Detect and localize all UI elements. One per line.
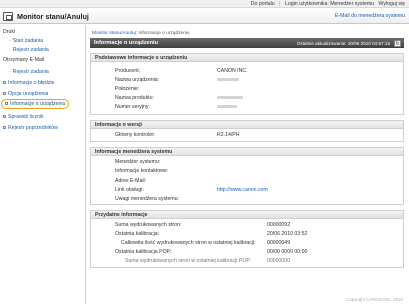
page-title-bar: Informacje o urządzeniu Ostatnie aktuali… <box>90 38 404 48</box>
email-address-label: Adres E-Mail: <box>115 178 147 184</box>
last-calibration-label: Ostatnia kalibracja: <box>115 231 160 237</box>
basic-info-section: Podstawowe informacje o urządzeniu Produ… <box>90 53 404 115</box>
redacted-value <box>217 96 243 99</box>
device-name-label: Nazwa urządzenia: <box>115 77 160 83</box>
app-title: Monitor stanu/Anuluj <box>17 12 89 21</box>
square-bullet-icon <box>5 102 8 106</box>
sidebar-item-job-log[interactable]: - Rejestr zadania <box>9 47 49 53</box>
last-calibration-value: 20/06 2010 03:52 <box>267 231 308 237</box>
sidebar-item-check-counter[interactable]: Sprawdź licznik <box>3 114 44 120</box>
sub-arrow-icon: - <box>9 47 11 53</box>
logout-link[interactable]: Wyloguj się <box>379 1 405 7</box>
contact-info-label: Informacje kontaktowe: <box>115 168 169 174</box>
manager-notes-label: Uwagi menedżera systemu: <box>115 196 180 202</box>
square-bullet-icon <box>3 81 6 85</box>
square-bullet-icon <box>3 92 6 96</box>
refresh-icon[interactable]: ↻ <box>394 39 401 47</box>
manufacturer-label: Producent: <box>115 68 141 74</box>
last-updated: Ostatnie aktualizowanie: 20/06 2010 04:5… <box>296 40 390 46</box>
sidebar-item-device-options[interactable]: Opcje urządzenia <box>3 91 48 97</box>
product-name-label: Nazwa produktu: <box>115 95 154 101</box>
sidebar-item-consumables-log[interactable]: Rejestr poprzedników <box>3 125 58 131</box>
sidebar-item-job-status[interactable]: - Stan zadania <box>9 38 43 44</box>
sub-arrow-icon: - <box>9 69 11 75</box>
app-header: Monitor stanu/Anuluj E-Mail do menedżera… <box>0 9 409 24</box>
monitor-icon <box>3 12 13 21</box>
section-heading: Informacje o wersji <box>91 121 403 129</box>
pop-pages-label: Suma wydrukowanych stron w ostatniej kal… <box>125 258 252 264</box>
sidebar: Druki - Stan zadania - Rejestr zadania Otr… <box>0 25 86 304</box>
total-pages-value: 00000092 <box>267 222 291 228</box>
page-title: Informacje o urządzeniu <box>94 40 159 46</box>
copyright: Copyright CANON INC. 2010 <box>346 297 403 302</box>
portal-link[interactable]: Do portalu <box>251 1 275 7</box>
admin-email-link[interactable]: E-Mail do menedżera systemu <box>335 13 405 19</box>
last-pop-calibration-label: Ostatnia kalibracja POP: <box>115 249 172 255</box>
pop-pages-value: 00000000 <box>267 258 291 264</box>
breadcrumb: Monitor stanu/Anuluj: Informacje o urząd… <box>92 31 190 36</box>
total-pages-label: Suma wydrukowanych stron: <box>115 222 182 228</box>
sidebar-item-email-job-log[interactable]: - Rejestr zadania <box>9 69 49 75</box>
separator: | <box>279 1 281 7</box>
main-controller-label: Główny kontroler: <box>115 132 156 138</box>
sub-arrow-icon: - <box>9 38 11 44</box>
top-bar: Do portalu | Login użytkownika: Menedżer… <box>0 0 409 8</box>
last-pop-calibration-value: 00/00 0000 00:00 <box>267 249 308 255</box>
sidebar-item-device-info[interactable]: Informacje o urządzeniu <box>1 99 70 109</box>
sidebar-item-error-info[interactable]: Informacje o błędzie <box>3 80 54 86</box>
section-heading: Przydatne informacje <box>91 211 403 219</box>
redacted-value <box>217 78 239 81</box>
system-manager-label: Menedżer systemu: <box>115 159 161 165</box>
admin-info-section: Informacje menedżera systemu Menedżer sy… <box>90 147 404 205</box>
sidebar-group-received-email: Otrzymany E-Mail <box>3 57 45 63</box>
section-heading: Podstawowe informacje o urządzeniu <box>91 54 403 62</box>
login-user-text: Login użytkownika: Menedżer systemu <box>284 1 375 7</box>
serial-number-label: Numer seryjny: <box>115 104 150 110</box>
redacted-value <box>217 105 237 108</box>
breadcrumb-current: : Informacje o urządzeniu <box>135 31 190 36</box>
square-bullet-icon <box>3 115 6 119</box>
pages-since-calibration-label: Całkowita ilość wydrukowanych stron w os… <box>121 240 256 246</box>
manufacturer-value: CANON INC. <box>217 68 248 74</box>
pages-since-calibration-value: 00000049 <box>267 240 291 246</box>
location-label: Położenie: <box>115 86 140 92</box>
breadcrumb-link[interactable]: Monitor stanu/Anuluj <box>92 31 136 36</box>
useful-info-section: Przydatne informacje Suma wydrukowanych … <box>90 210 404 268</box>
section-heading: Informacje menedżera systemu <box>91 148 403 156</box>
sidebar-group-prints: Druki <box>3 29 16 35</box>
support-link[interactable]: http://www.canon.com <box>217 187 268 193</box>
main-content: Monitor stanu/Anuluj: Informacje o urząd… <box>90 25 406 300</box>
top-links: Do portalu | Login użytkownika: Menedżer… <box>248 1 405 7</box>
version-info-section: Informacje o wersji Główny kontroler: R2… <box>90 120 404 142</box>
main-controller-value: R2.14/PH <box>217 132 240 138</box>
support-link-label: Link obsługi: <box>115 187 144 193</box>
square-bullet-icon <box>3 126 6 130</box>
